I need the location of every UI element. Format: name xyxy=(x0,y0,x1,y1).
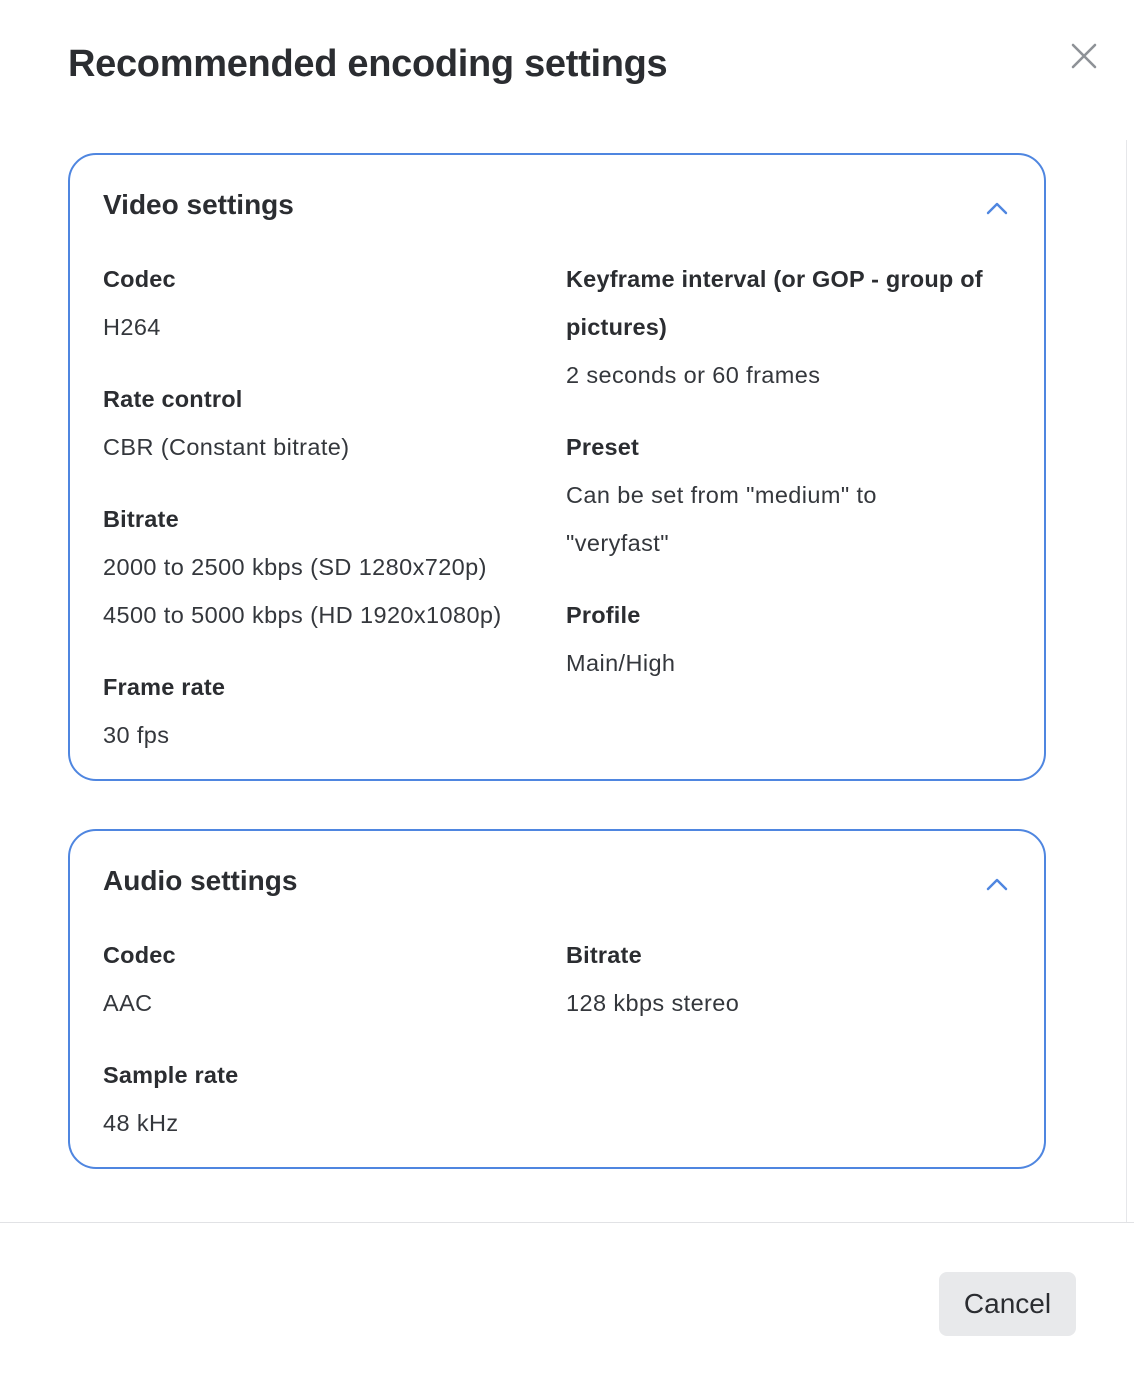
field-label: Bitrate xyxy=(566,942,642,968)
field-label: Preset xyxy=(566,434,640,460)
field-value: AAC xyxy=(103,990,153,1016)
field-label: Bitrate xyxy=(103,506,179,532)
field-value: 4500 to 5000 kbps (HD 1920x1080p) xyxy=(103,602,502,628)
video-settings-card: Video settings Codec H264 Rate control C… xyxy=(68,153,1046,781)
audio-codec-field: Codec AAC xyxy=(103,931,543,1027)
field-value: H264 xyxy=(103,314,161,340)
audio-left-column: Codec AAC Sample rate 48 kHz xyxy=(103,931,543,1171)
field-value: CBR (Constant bitrate) xyxy=(103,434,350,460)
audio-sample-rate-field: Sample rate 48 kHz xyxy=(103,1051,543,1147)
video-bitrate-field: Bitrate 2000 to 2500 kbps (SD 1280x720p)… xyxy=(103,495,543,639)
video-rate-control-field: Rate control CBR (Constant bitrate) xyxy=(103,375,543,471)
field-value: 2000 to 2500 kbps (SD 1280x720p) xyxy=(103,554,487,580)
close-button[interactable] xyxy=(1064,36,1104,76)
field-value: 2 seconds or 60 frames xyxy=(566,362,821,388)
audio-bitrate-field: Bitrate 128 kbps stereo xyxy=(566,931,1016,1027)
cancel-button[interactable]: Cancel xyxy=(939,1272,1076,1336)
audio-collapse-button[interactable] xyxy=(980,869,1014,899)
field-value: Can be set from "medium" to "veryfast" xyxy=(566,482,877,556)
audio-settings-card: Audio settings Codec AAC Sample rate 48 … xyxy=(68,829,1046,1169)
video-collapse-button[interactable] xyxy=(980,193,1014,223)
footer-divider xyxy=(0,1222,1134,1223)
field-label: Codec xyxy=(103,942,176,968)
video-right-column: Keyframe interval (or GOP - group of pic… xyxy=(566,255,1016,711)
audio-settings-title: Audio settings xyxy=(103,865,298,896)
video-preset-field: Preset Can be set from "medium" to "very… xyxy=(566,423,1016,567)
field-value: Main/High xyxy=(566,650,676,676)
field-value: 48 kHz xyxy=(103,1110,179,1136)
field-label: Codec xyxy=(103,266,176,292)
video-codec-field: Codec H264 xyxy=(103,255,543,351)
field-label: Keyframe interval (or GOP - group of pic… xyxy=(566,266,983,340)
field-value: 128 kbps stereo xyxy=(566,990,740,1016)
field-value: 30 fps xyxy=(103,722,170,748)
field-label: Rate control xyxy=(103,386,243,412)
modal-title: Recommended encoding settings xyxy=(68,43,668,85)
video-keyframe-field: Keyframe interval (or GOP - group of pic… xyxy=(566,255,1016,399)
chevron-up-icon xyxy=(986,202,1008,215)
close-icon xyxy=(1071,43,1097,69)
scrollbar-track[interactable] xyxy=(1126,140,1127,1222)
video-left-column: Codec H264 Rate control CBR (Constant bi… xyxy=(103,255,543,783)
encoding-settings-modal: Recommended encoding settings Video sett… xyxy=(0,0,1134,1374)
field-label: Frame rate xyxy=(103,674,226,700)
field-label: Sample rate xyxy=(103,1062,239,1088)
video-settings-title: Video settings xyxy=(103,189,294,220)
audio-right-column: Bitrate 128 kbps stereo xyxy=(566,931,1016,1051)
chevron-up-icon xyxy=(986,878,1008,891)
video-frame-rate-field: Frame rate 30 fps xyxy=(103,663,543,759)
field-label: Profile xyxy=(566,602,641,628)
video-profile-field: Profile Main/High xyxy=(566,591,1016,687)
